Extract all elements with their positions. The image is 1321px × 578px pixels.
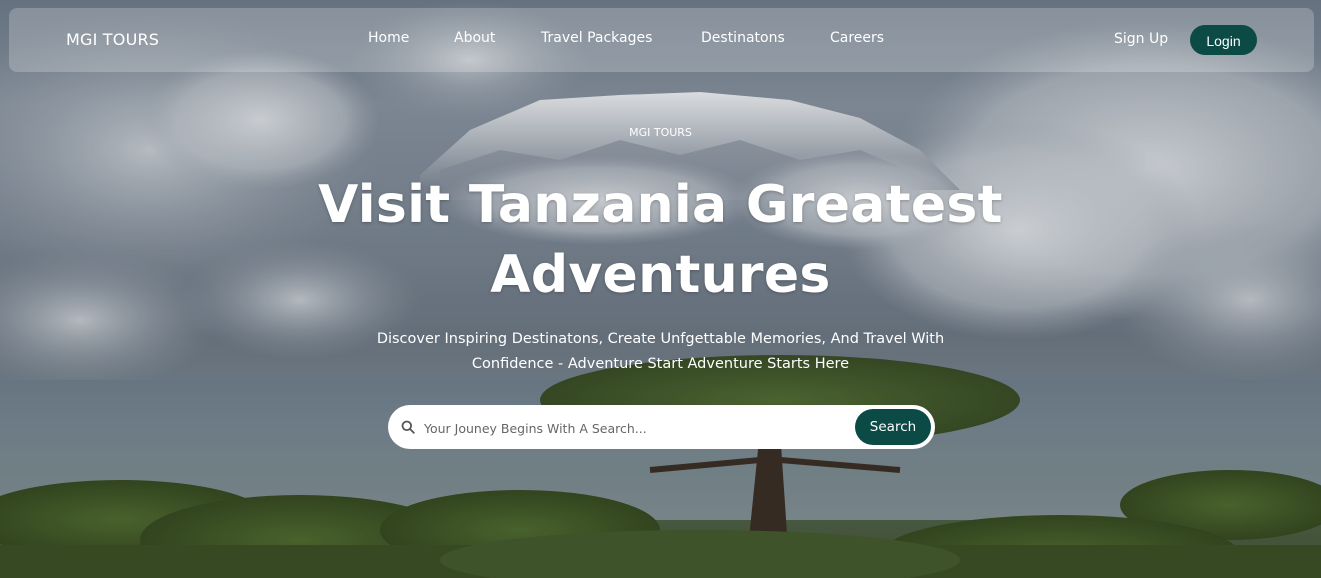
search-input[interactable]: [422, 413, 846, 443]
hero-subheadline: Discover Inspiring Destinatons, Create U…: [376, 331, 945, 372]
hero-section: MGI TOURS Home About Travel Packages Des…: [0, 0, 1321, 578]
top-navbar: MGI TOURS Home About Travel Packages Des…: [9, 8, 1314, 72]
nav-link-home[interactable]: Home: [368, 30, 409, 46]
hero-kicker: MGI TOURS: [629, 126, 692, 139]
sign-up-link[interactable]: Sign Up: [1114, 31, 1168, 47]
search-bar: Search: [388, 405, 935, 449]
nav-link-destinations[interactable]: Destinatons: [701, 30, 785, 46]
nav-link-careers[interactable]: Careers: [830, 30, 884, 46]
nav-link-travel-packages[interactable]: Travel Packages: [541, 30, 652, 46]
hero-headline: Visit Tanzania Greatest Adventures: [318, 175, 1003, 305]
search-button[interactable]: Search: [855, 409, 931, 445]
search-icon: [401, 420, 415, 434]
login-button[interactable]: Login: [1190, 25, 1257, 55]
nav-link-about[interactable]: About: [454, 30, 495, 46]
